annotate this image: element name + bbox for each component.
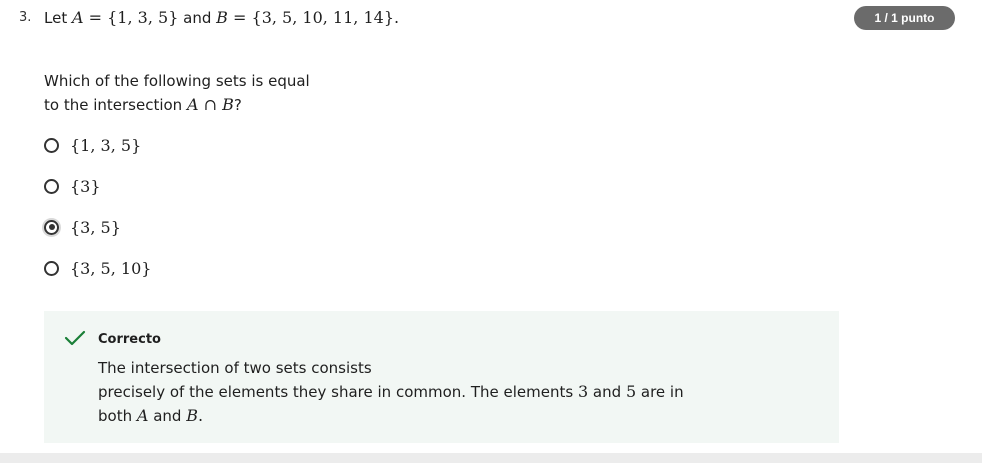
feedback-line-2-start: precisely of the elements they share in … — [98, 383, 574, 401]
option-1-label[interactable]: {1, 3, 5} — [70, 136, 141, 155]
feedback-number-5: 5 — [625, 382, 637, 401]
set-b-elements: = {3, 5, 10, 11, 14}. — [227, 8, 400, 27]
feedback-line-2: precisely of the elements they share in … — [98, 380, 684, 404]
feedback-line-1: The intersection of two sets consists — [98, 359, 372, 377]
set-b-definition: B = {3, 5, 10, 11, 14}. — [216, 8, 399, 27]
feedback-and-2: and — [153, 407, 182, 425]
option-1[interactable]: {1, 3, 5} — [44, 134, 141, 156]
set-a-definition: A = {1, 3, 5} — [72, 8, 178, 27]
option-4[interactable]: {3, 5, 10} — [44, 257, 151, 279]
quiz-page: 3. Let A = {1, 3, 5} and B = {3, 5, 10, … — [0, 0, 982, 463]
check-icon — [64, 330, 86, 346]
feedback-panel: Correcto The intersection of two sets co… — [44, 311, 839, 443]
question-prompt: Let A = {1, 3, 5} and B = {3, 5, 10, 11,… — [44, 8, 399, 27]
radio-button-3-selected[interactable] — [44, 219, 59, 235]
feedback-line-2-end: are in — [640, 383, 684, 401]
score-badge: 1 / 1 punto — [854, 6, 955, 30]
feedback-line-3: both A and B. — [98, 404, 684, 428]
feedback-period: . — [198, 406, 204, 425]
question-mark: ? — [233, 96, 242, 114]
feedback-title: Correcto — [98, 332, 161, 347]
feedback-line-3-start: both — [98, 407, 133, 425]
question-line-2: to the intersection A ∩ B? — [44, 93, 310, 117]
question-line-1: Which of the following sets is equal — [44, 72, 310, 90]
prompt-prefix: Let — [44, 9, 68, 27]
intersection-expression: A ∩ B — [187, 95, 234, 114]
feedback-var-b: B — [186, 406, 198, 425]
feedback-number-3: 3 — [577, 382, 589, 401]
radio-button-1[interactable] — [44, 137, 59, 153]
set-b-name: B — [216, 8, 228, 27]
prompt-and: and — [183, 9, 212, 27]
question-number: 3. — [19, 10, 32, 25]
bottom-divider — [0, 453, 982, 463]
set-a-elements: = {1, 3, 5} — [83, 8, 179, 27]
radio-button-2[interactable] — [44, 178, 59, 194]
feedback-text: The intersection of two sets consists pr… — [98, 356, 684, 428]
radio-button-4[interactable] — [44, 260, 59, 276]
question-text: Which of the following sets is equal to … — [44, 69, 310, 117]
option-3-label[interactable]: {3, 5} — [70, 218, 121, 237]
feedback-var-a-wrap: A — [137, 406, 149, 425]
feedback-var-a: A — [136, 406, 149, 425]
option-2-label[interactable]: {3} — [70, 177, 101, 196]
option-2[interactable]: {3} — [44, 175, 101, 197]
intersection-expression-text: A ∩ B — [186, 95, 234, 114]
set-a-name: A — [71, 8, 84, 27]
option-4-label[interactable]: {3, 5, 10} — [70, 259, 151, 278]
question-line-2-text: to the intersection — [44, 96, 183, 114]
feedback-and-1: and — [592, 383, 622, 401]
feedback-var-b-wrap: B. — [186, 406, 203, 425]
option-3[interactable]: {3, 5} — [44, 216, 121, 238]
